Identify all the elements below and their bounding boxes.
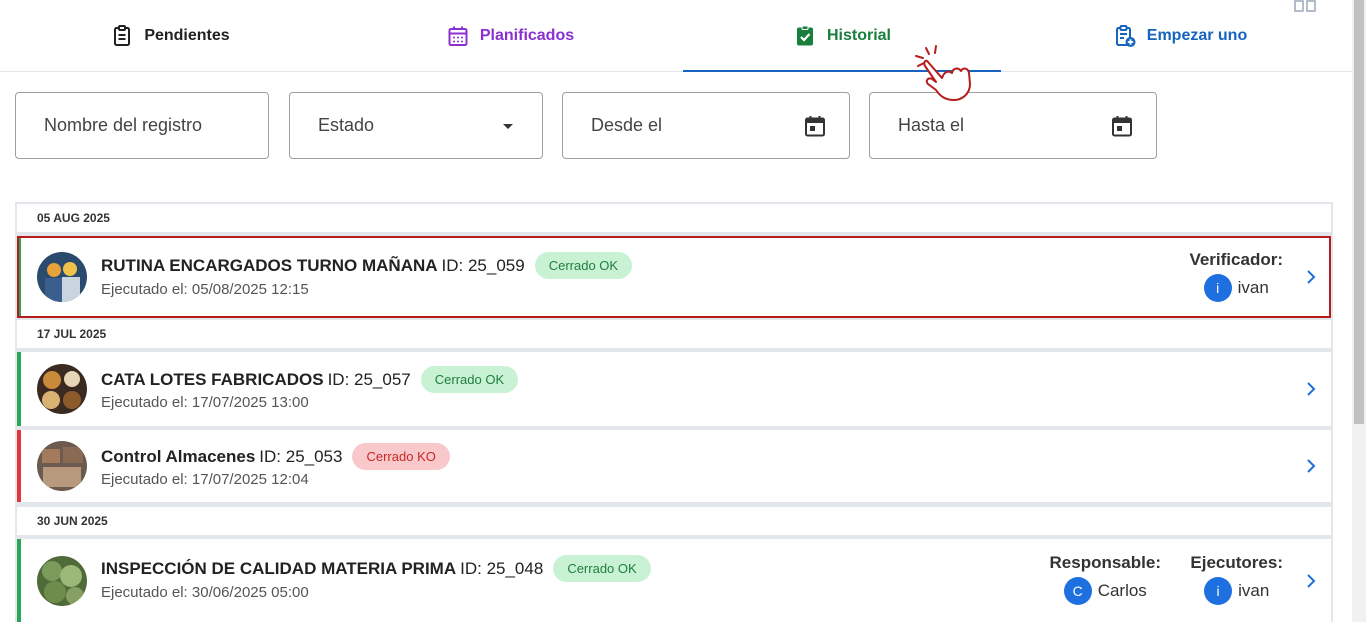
record-id: ID: 25_048 <box>460 558 544 578</box>
record-avatar <box>37 364 87 414</box>
chevron-right-icon[interactable] <box>1305 269 1317 285</box>
clipboard-check-icon <box>796 25 813 46</box>
tab-bar: Pendientes Planificados Historial Empeza… <box>0 0 1352 72</box>
date-to-placeholder: Hasta el <box>898 115 965 135</box>
executor-name: ivan <box>1238 581 1270 600</box>
record-row[interactable]: INSPECCIÓN DE CALIDAD MATERIA PRIMA ID: … <box>17 539 1331 622</box>
scrollbar-track[interactable] <box>1352 0 1366 622</box>
record-row[interactable]: CATA LOTES FABRICADOS ID: 25_057 Cerrado… <box>17 352 1331 426</box>
record-executed: Ejecutado el: 30/06/2025 05:00 <box>101 584 309 601</box>
record-id: ID: 25_059 <box>441 255 525 275</box>
record-row[interactable]: RUTINA ENCARGADOS TURNO MAÑANA ID: 25_05… <box>17 236 1331 318</box>
record-id: ID: 25_057 <box>327 369 411 389</box>
tab-planned-label: Planificados <box>479 27 575 44</box>
record-title-line: CATA LOTES FABRICADOS ID: 25_057 Cerrado… <box>101 366 519 393</box>
date-from-field[interactable]: Desde el <box>562 92 850 159</box>
calendar-icon <box>448 26 468 46</box>
record-avatar <box>37 252 87 302</box>
record-row[interactable]: Control Almacenes ID: 25_053 Cerrado KO … <box>17 430 1331 502</box>
record-title-line: Control Almacenes ID: 25_053 Cerrado KO <box>101 443 450 470</box>
status-badge: Cerrado KO <box>352 443 450 470</box>
user-avatar: i <box>1203 274 1232 302</box>
tab-pending-label: Pendientes <box>144 27 230 44</box>
verifier-name: ivan <box>1237 278 1269 297</box>
clipboard-list-icon <box>114 25 131 46</box>
record-title: RUTINA ENCARGADOS TURNO MAÑANA <box>101 255 438 275</box>
executor-person: i ivan <box>1190 577 1283 605</box>
tab-start-new-label: Empezar uno <box>1146 27 1248 44</box>
date-group-header: 17 JUL 2025 <box>17 320 1331 348</box>
record-title: INSPECCIÓN DE CALIDAD MATERIA PRIMA <box>101 558 457 578</box>
record-name-filter[interactable]: Nombre del registro <box>15 92 269 159</box>
verifier-label: Verificador: <box>1189 250 1283 269</box>
dropdown-arrow-icon <box>503 123 513 129</box>
date-group-header: 05 AUG 2025 <box>17 204 1331 232</box>
responsible-block: Responsable: C Carlos <box>1050 553 1161 605</box>
chevron-right-icon[interactable] <box>1305 573 1317 589</box>
responsible-name: Carlos <box>1097 581 1147 600</box>
pointer-hand-icon <box>915 45 971 101</box>
record-avatar <box>37 441 87 491</box>
state-select[interactable]: Estado <box>289 92 543 159</box>
state-select-placeholder: Estado <box>318 115 375 135</box>
records-list: 05 AUG 2025 RUTINA ENCARGADOS TURNO MAÑA… <box>15 202 1333 622</box>
user-avatar: i <box>1204 577 1233 605</box>
scrollbar-thumb[interactable] <box>1354 0 1364 424</box>
executors-label: Ejecutores: <box>1190 553 1283 572</box>
tab-pending[interactable]: Pendientes <box>20 0 320 72</box>
verifier-block: Verificador: i ivan <box>1189 250 1283 302</box>
clipboard-add-icon <box>1115 25 1136 47</box>
responsible-person: C Carlos <box>1050 577 1161 605</box>
status-badge: Cerrado OK <box>534 252 633 279</box>
record-id: ID: 25_053 <box>259 446 343 466</box>
record-executed: Ejecutado el: 17/07/2025 13:00 <box>101 394 309 411</box>
tab-history-label: Historial <box>826 27 891 44</box>
record-name-placeholder: Nombre del registro <box>44 115 203 135</box>
tab-start-new[interactable]: Empezar uno <box>1030 0 1330 72</box>
grid-view-icon[interactable] <box>1294 0 1316 12</box>
record-avatar <box>37 556 87 606</box>
executors-block: Ejecutores: i ivan <box>1190 553 1283 605</box>
tab-planned[interactable]: Planificados <box>360 0 660 72</box>
date-group-header: 30 JUN 2025 <box>17 507 1331 535</box>
record-title: CATA LOTES FABRICADOS <box>101 369 324 389</box>
record-title-line: INSPECCIÓN DE CALIDAD MATERIA PRIMA ID: … <box>101 555 651 582</box>
record-title-line: RUTINA ENCARGADOS TURNO MAÑANA ID: 25_05… <box>101 252 633 279</box>
status-badge: Cerrado OK <box>553 555 651 582</box>
calendar-icon[interactable] <box>1110 114 1134 138</box>
calendar-icon[interactable] <box>803 114 827 138</box>
record-executed: Ejecutado el: 17/07/2025 12:04 <box>101 471 309 488</box>
record-title: Control Almacenes <box>101 446 256 466</box>
date-from-placeholder: Desde el <box>591 115 663 135</box>
verifier-person: i ivan <box>1189 274 1283 302</box>
status-badge: Cerrado OK <box>420 366 519 393</box>
user-avatar: C <box>1063 577 1092 605</box>
chevron-right-icon[interactable] <box>1305 381 1317 397</box>
responsible-label: Responsable: <box>1049 553 1161 572</box>
record-executed: Ejecutado el: 05/08/2025 12:15 <box>101 281 309 298</box>
chevron-right-icon[interactable] <box>1305 458 1317 474</box>
